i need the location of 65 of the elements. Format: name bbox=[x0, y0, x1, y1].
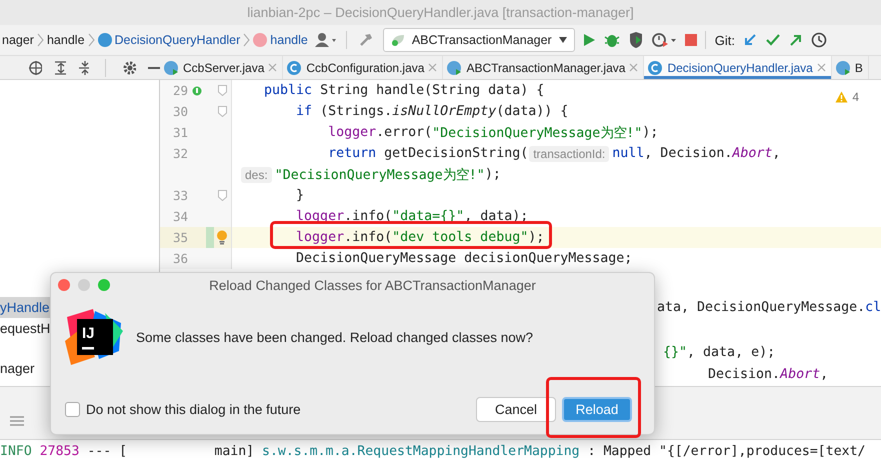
console-text: 27853 bbox=[38, 444, 80, 459]
code-token: ); bbox=[528, 230, 544, 245]
editor-tab[interactable]: ABCTransactionManager.java bbox=[443, 56, 644, 79]
line-number: 29 bbox=[172, 83, 188, 98]
console-text: INFO bbox=[0, 444, 32, 459]
code-token: Abort bbox=[780, 367, 820, 382]
code-token: ); bbox=[484, 167, 501, 182]
code-token: .error( bbox=[376, 125, 432, 140]
code-token: DecisionQueryMessage decisionQueryMessage; bbox=[295, 251, 632, 266]
code-token: logger bbox=[295, 230, 344, 245]
console-text: --- [ main] bbox=[86, 444, 256, 459]
breadcrumb-item[interactable]: handle bbox=[46, 33, 85, 47]
code-token: "dev tools debug" bbox=[392, 230, 528, 245]
code-token: (Strings. bbox=[319, 104, 392, 119]
window-title: lianbian-2pc – DecisionQueryHandler.java [transaction-manager] bbox=[247, 5, 634, 20]
line-number: 30 bbox=[172, 104, 188, 119]
warning-count[interactable]: 4 bbox=[835, 90, 859, 104]
breadcrumb-item[interactable]: nager bbox=[2, 33, 34, 47]
code-token: ata, DecisionQueryMessage. bbox=[657, 300, 866, 315]
run-configuration-dropdown[interactable]: ABCTransactionManager bbox=[382, 28, 575, 52]
vcs-label: Git: bbox=[714, 32, 735, 48]
do-not-show-checkbox[interactable]: Do not show this dialog in the future bbox=[65, 402, 301, 417]
code-token: , data, e); bbox=[687, 345, 776, 360]
line-number: 33 bbox=[172, 188, 188, 203]
line-number: 32 bbox=[172, 146, 188, 161]
cancel-button[interactable]: Cancel bbox=[476, 397, 556, 422]
line-number: 35 bbox=[172, 230, 188, 245]
breadcrumb-item[interactable]: DecisionQueryHandler bbox=[114, 33, 240, 47]
editor-tab[interactable]: DecisionQueryHandler.java bbox=[644, 56, 832, 79]
code-token: ); bbox=[642, 125, 658, 140]
code-token: if bbox=[295, 104, 312, 119]
code-token: .info( bbox=[344, 230, 392, 245]
code-token: Decision. bbox=[708, 367, 780, 382]
editor-tab[interactable]: CcbConfiguration.java bbox=[283, 56, 444, 79]
line-number: 34 bbox=[172, 209, 188, 224]
code-token: , bbox=[772, 146, 780, 161]
code-token: null bbox=[612, 146, 644, 161]
dialog-message: Some classes have been changed. Reload changed classes now? bbox=[136, 330, 534, 344]
line-number: 31 bbox=[172, 125, 188, 140]
editor-tab[interactable]: CcbServer.java bbox=[160, 56, 284, 79]
code-token: getDecisionString( bbox=[383, 146, 528, 161]
console-text: : Mapped "{[/error],produces=[text/ bbox=[586, 444, 866, 459]
code-token: public bbox=[263, 83, 312, 98]
breadcrumb-item[interactable]: handle bbox=[270, 33, 308, 47]
code-token: "DecisionQueryMessage为空!" bbox=[274, 166, 485, 184]
parameter-hint: des: bbox=[241, 166, 272, 182]
line-number: 36 bbox=[172, 251, 188, 266]
code-token: String handle(String data) { bbox=[319, 83, 544, 98]
code-token: "DecisionQueryMessage为空!" bbox=[432, 124, 642, 142]
code-token: cl bbox=[865, 300, 881, 315]
dialog-title: Reload Changed Classes for ABCTransactionManager bbox=[208, 278, 536, 292]
code-token: isNullOrEmpty bbox=[392, 104, 496, 119]
parameter-hint: transactionId: bbox=[529, 146, 610, 162]
code-token: (data)) { bbox=[496, 104, 568, 119]
code-token: {}" bbox=[663, 345, 688, 360]
console-text: s.w.s.m.m.a.RequestMappingHandlerMapping bbox=[262, 444, 580, 459]
code-token: return bbox=[327, 146, 376, 161]
code-token: , Decision. bbox=[644, 146, 732, 161]
code-token: } bbox=[295, 188, 304, 203]
code-token: logger bbox=[327, 125, 376, 140]
editor-tab[interactable]: B bbox=[832, 56, 869, 79]
code-token: Abort bbox=[732, 146, 772, 161]
code-token: .info( bbox=[344, 209, 392, 224]
code-token: , bbox=[820, 367, 828, 382]
code-token: "data={}" bbox=[392, 209, 464, 224]
